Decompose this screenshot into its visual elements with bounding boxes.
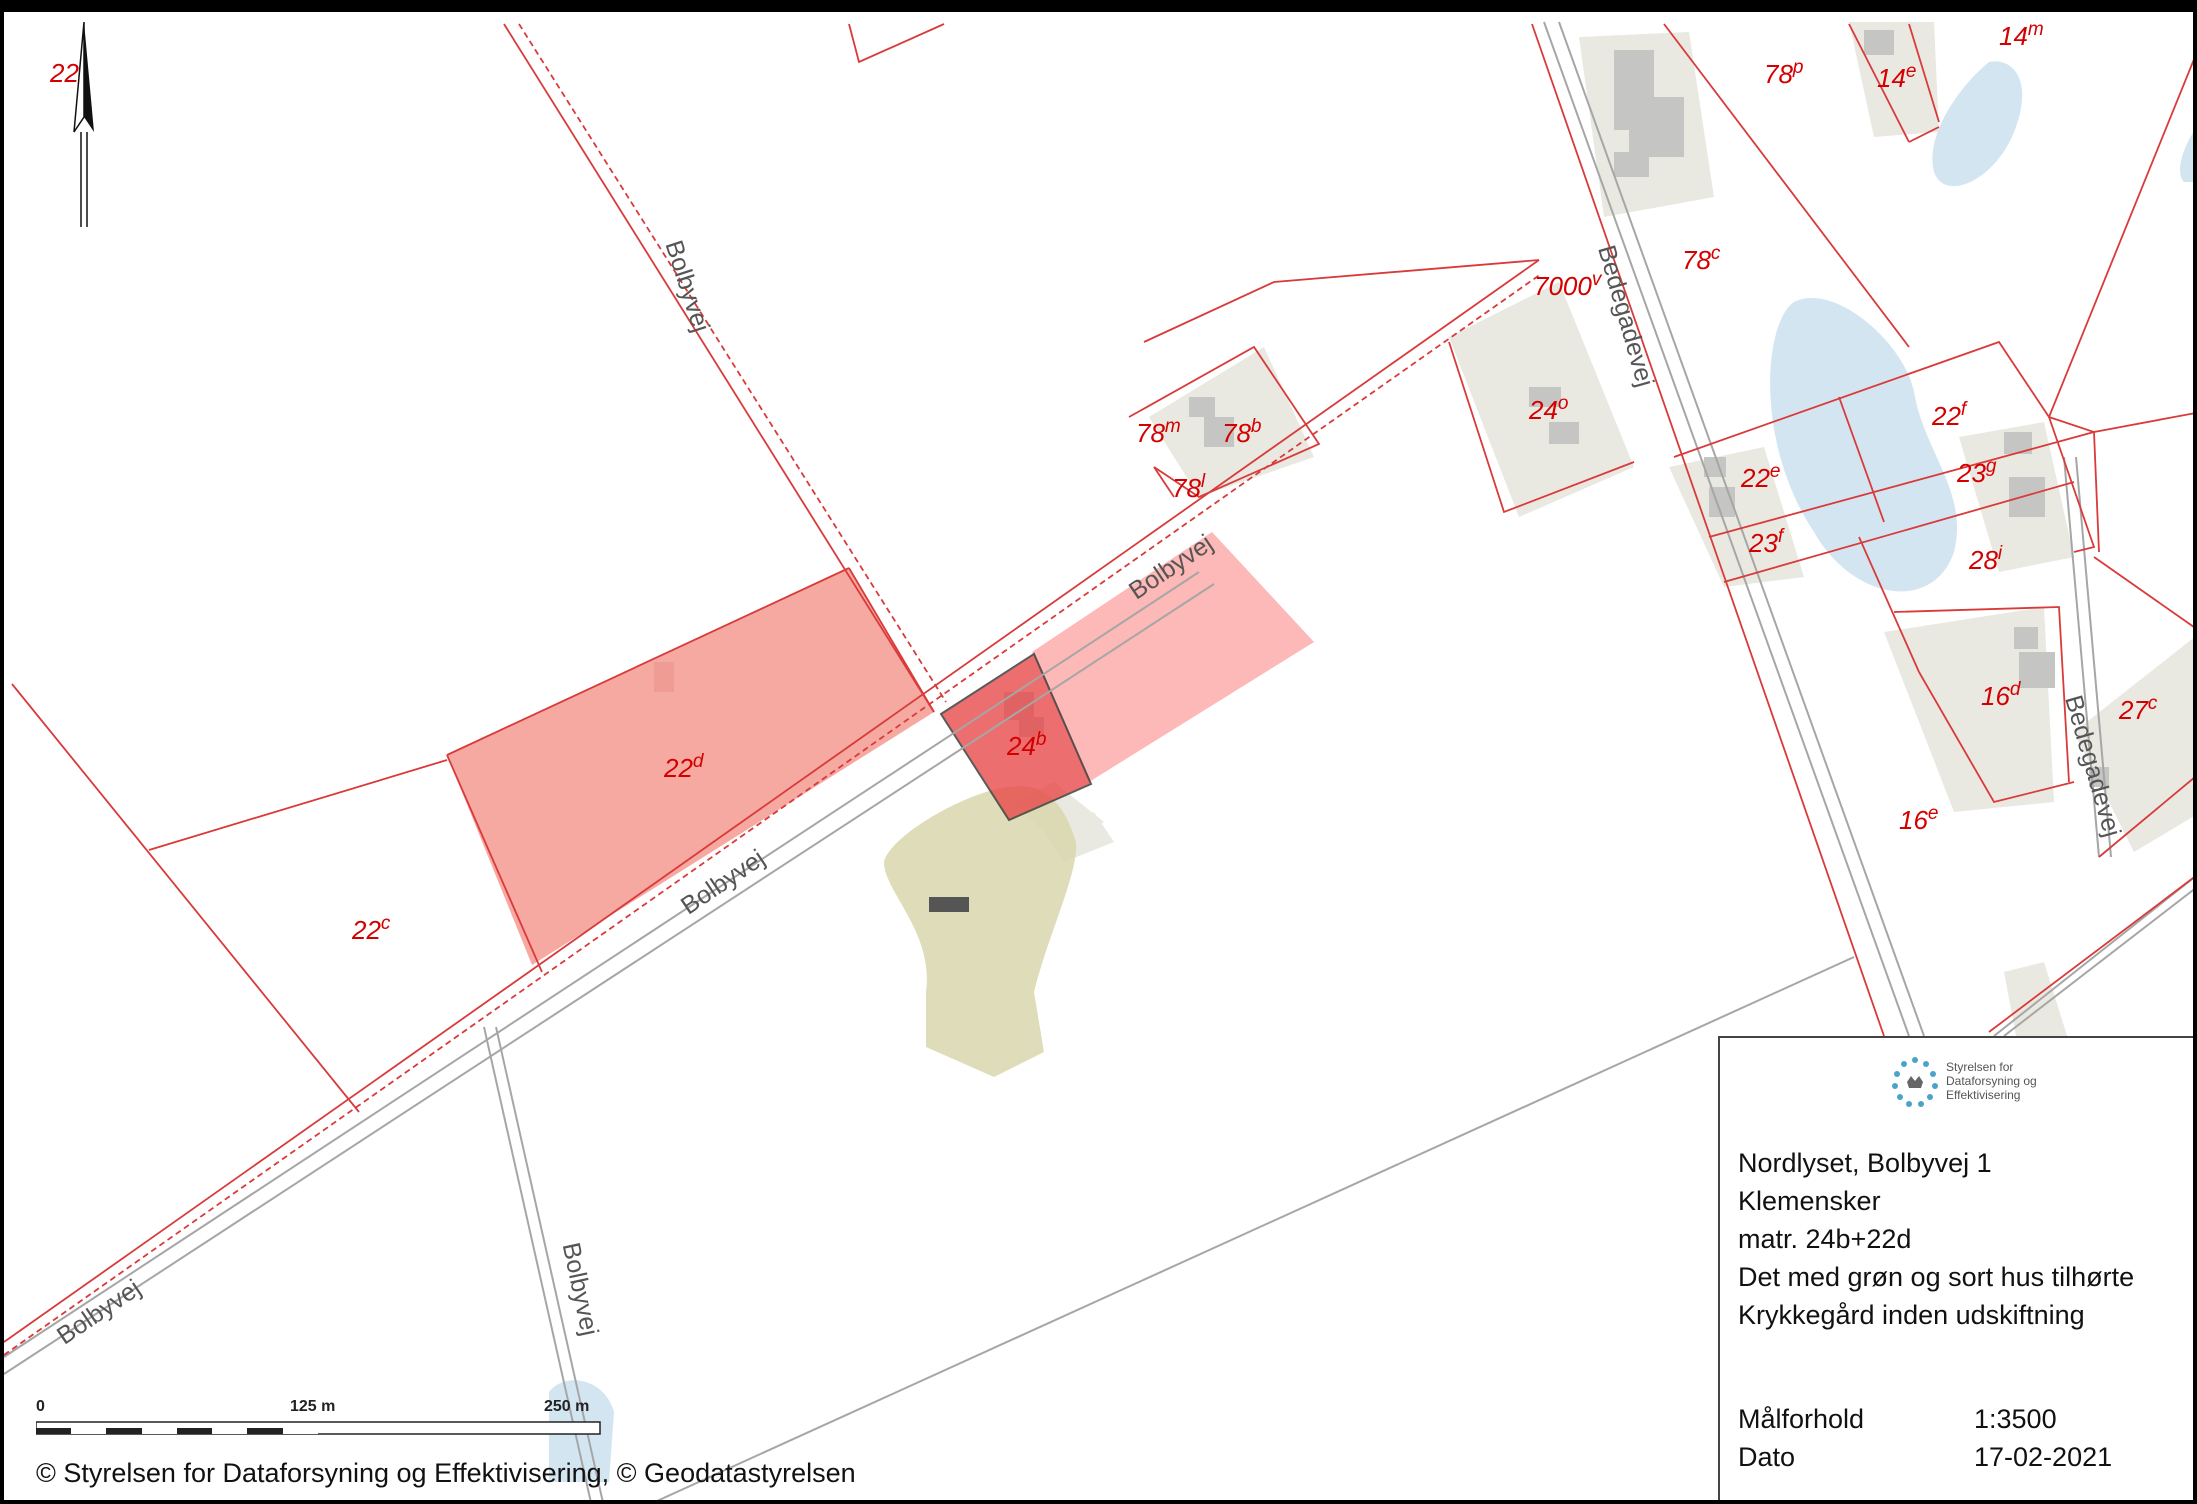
parcel-letter: f bbox=[1777, 526, 1784, 547]
info-date-label: Dato bbox=[1738, 1442, 1796, 1472]
parcel-letter: o bbox=[1557, 393, 1569, 414]
parcel-label-22d: 22d bbox=[664, 751, 704, 783]
agency-logo-text: Styrelsen for Dataforsyning og Effektivi… bbox=[1946, 1060, 2037, 1102]
parcel-label-24b: 24b bbox=[1007, 729, 1047, 761]
info-date-value: 17-02-2021 bbox=[1974, 1442, 2113, 1472]
info-scale-label: Målforhold bbox=[1738, 1404, 1865, 1434]
parcel-label-22e: 22e bbox=[1741, 461, 1781, 493]
parcel-label-78c: 78c bbox=[1682, 243, 1721, 275]
historic-property-area bbox=[884, 786, 1077, 1077]
map-frame[interactable]: 22 78p 14e 14m 78c 7000v 24o 78m 78b 78l… bbox=[0, 0, 2197, 1504]
parcel-label-23f: 23f bbox=[1749, 526, 1784, 558]
agency-logo: Styrelsen for Dataforsyning og Effektivi… bbox=[1890, 1054, 2060, 1116]
info-title: Nordlyset, Bolbyvej 1 bbox=[1738, 1148, 1992, 1178]
parcel-letter: d bbox=[2009, 679, 2021, 700]
scale-tick-0: 0 bbox=[36, 1398, 45, 1415]
crown-dots-icon bbox=[1892, 1057, 1938, 1107]
parcel-letter: c bbox=[2147, 693, 2158, 714]
parcel-label-78m: 78m bbox=[1136, 416, 1181, 448]
parcel-label-28i: 28i bbox=[1969, 543, 2003, 575]
parcel-label-22: 22 bbox=[50, 58, 79, 88]
info-scale-value: 1:3500 bbox=[1974, 1404, 2057, 1434]
parcel-letter: e bbox=[1905, 61, 1917, 82]
historic-house bbox=[929, 897, 969, 912]
parcel-letter: e bbox=[1927, 803, 1939, 824]
parcel-letter: m bbox=[1164, 416, 1181, 437]
parcel-label-23g: 23g bbox=[1957, 456, 1997, 488]
copyright-text: © Styrelsen for Dataforsyning og Effekti… bbox=[36, 1458, 856, 1488]
scale-tick-250: 250 m bbox=[544, 1398, 590, 1415]
parcel-label-16e: 16e bbox=[1899, 803, 1939, 835]
parcel-letter: f bbox=[1960, 399, 1967, 420]
parcel-letter: e bbox=[1769, 461, 1781, 482]
parcel-label-78p: 78p bbox=[1764, 57, 1804, 89]
scale-bar-graphic bbox=[36, 1421, 601, 1435]
parcel-label-16d: 16d bbox=[1981, 679, 2021, 711]
north-arrow bbox=[73, 22, 94, 227]
info-matr: matr. 24b+22d bbox=[1738, 1224, 1912, 1254]
info-box: Styrelsen for Dataforsyning og Effektivi… bbox=[1718, 1036, 2193, 1500]
parcel-letter: m bbox=[2027, 19, 2044, 40]
parcel-letter: l bbox=[1200, 471, 1206, 492]
parcel-label-78b: 78b bbox=[1222, 416, 1262, 448]
parcel-label-14e: 14e bbox=[1877, 61, 1917, 93]
info-note-2: Krykkegård inden udskiftning bbox=[1738, 1300, 2085, 1330]
parcel-label-22f: 22f bbox=[1932, 399, 1967, 431]
parcel-letter: d bbox=[692, 751, 704, 772]
parcel-label-78l: 78l bbox=[1172, 471, 1206, 503]
parcel-label-22c: 22c bbox=[352, 913, 391, 945]
info-place: Klemensker bbox=[1738, 1186, 1881, 1216]
parcel-letter: c bbox=[380, 913, 391, 934]
parcel-label-14m: 14m bbox=[1999, 19, 2044, 51]
parcel-letter: i bbox=[1997, 543, 2003, 564]
scale-tick-125: 125 m bbox=[290, 1398, 336, 1415]
parcel-label-24o: 24o bbox=[1529, 393, 1569, 425]
parcel-label-7000v: 7000v bbox=[1534, 269, 1602, 301]
parcel-label-27c: 27c bbox=[2119, 693, 2158, 725]
parcel-letter: c bbox=[1710, 243, 1721, 264]
info-note-1: Det med grøn og sort hus tilhørte bbox=[1738, 1262, 2135, 1292]
parcel-letter: g bbox=[1985, 456, 1997, 477]
parcel-letter: p bbox=[1792, 57, 1804, 78]
parcel-letter: b bbox=[1250, 416, 1262, 437]
parcel-letter: b bbox=[1035, 729, 1047, 750]
